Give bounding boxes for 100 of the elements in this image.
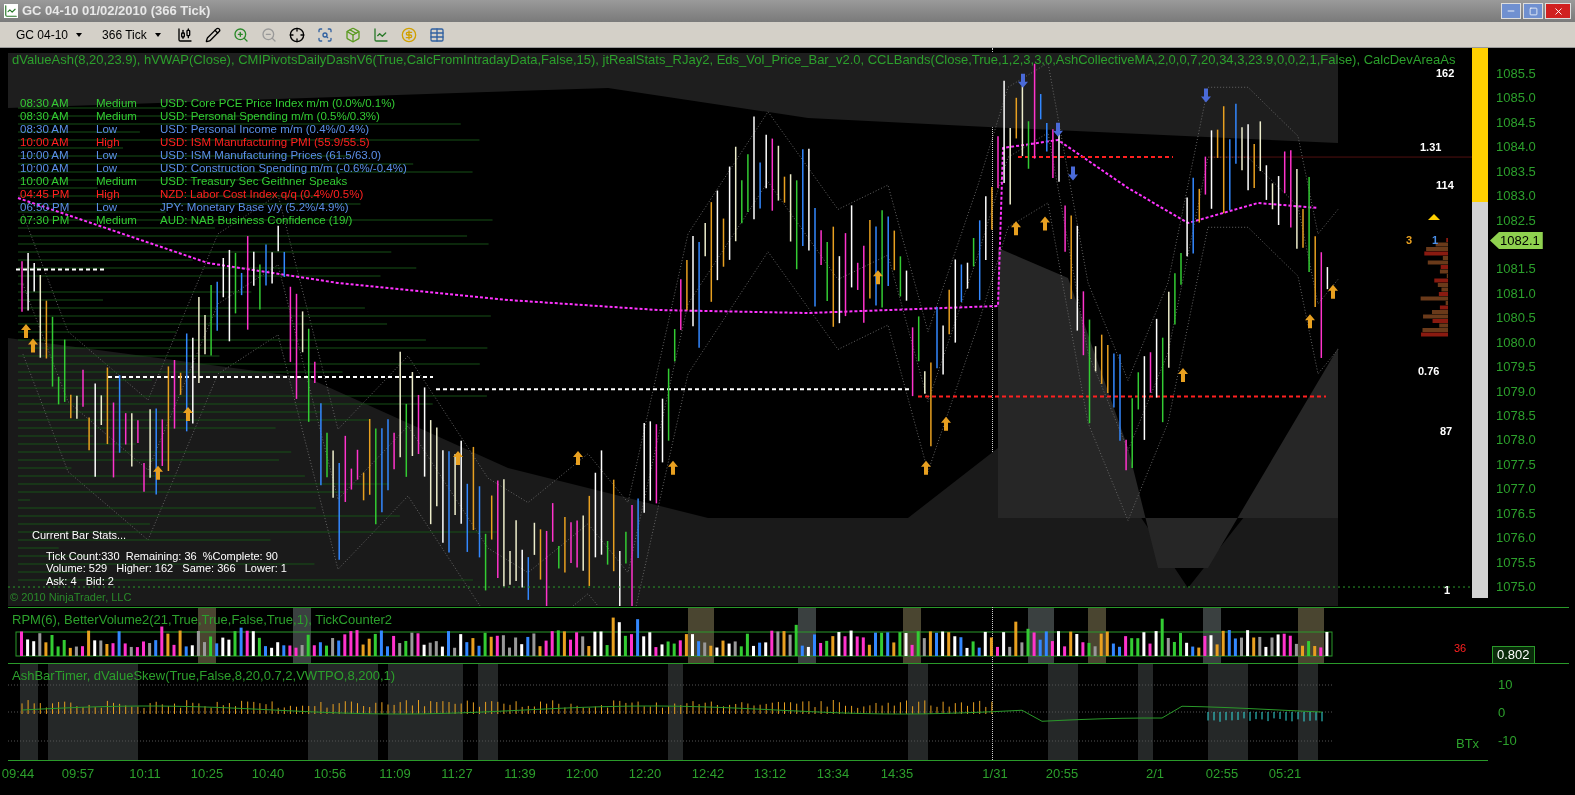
- zoom-in-icon[interactable]: [232, 26, 249, 43]
- tick-counter: 36: [1454, 641, 1467, 656]
- news-impact: Medium: [96, 175, 138, 188]
- news-event: USD: Construction Spending m/m (-0.6%/-0.4%): [160, 162, 407, 175]
- stats-line: Ask: 4 Bid: 2: [45, 574, 115, 587]
- minimize-button[interactable]: [1501, 3, 1521, 19]
- price-label: 1076.0: [1496, 531, 1536, 546]
- price-label: 1080.0: [1496, 335, 1536, 350]
- price-label: 1084.0: [1496, 140, 1536, 155]
- price-label: 1085.5: [1496, 67, 1536, 81]
- news-impact: Medium: [96, 97, 138, 110]
- news-event: JPY: Monetary Base y/y (5.2%/4.9%): [160, 201, 350, 214]
- news-time: 06:50 PM: [20, 201, 71, 214]
- price-label: 1075.0: [1496, 580, 1536, 594]
- time-label: 12:20: [628, 765, 662, 783]
- panel-indicators: RPM(6), BetterVolume2(21,True,True,False,True,1), TickCounter2: [12, 611, 393, 629]
- price-label: 1084.5: [1496, 115, 1536, 130]
- crosshair-icon[interactable]: [288, 26, 305, 43]
- price-label: 1078.0: [1496, 433, 1536, 448]
- up-arrow-icon: [183, 407, 193, 421]
- price-label: 1081.0: [1496, 286, 1536, 301]
- zoom-out-icon[interactable]: [260, 26, 277, 43]
- price-label: 1083.5: [1496, 164, 1536, 179]
- axis-label: 0: [1498, 706, 1506, 720]
- price-label: 1081.5: [1496, 262, 1536, 277]
- time-label: 20:55: [1045, 765, 1079, 783]
- price-label: 1078.5: [1496, 409, 1536, 423]
- price-label: 1080.5: [1496, 311, 1536, 326]
- news-time: 07:30 PM: [20, 214, 71, 227]
- time-label: 10:56: [313, 765, 347, 783]
- news-impact: High: [96, 188, 121, 201]
- news-impact: Low: [96, 149, 119, 162]
- time-label: 09:57: [61, 765, 95, 783]
- news-event: NZD: Labor Cost Index q/q (0.4%/0.5%): [160, 188, 365, 201]
- time-label: 2/1: [1145, 765, 1165, 783]
- time-label: 09:44: [1, 765, 35, 783]
- pencil-icon[interactable]: [204, 26, 221, 43]
- time-label: 10:11: [129, 765, 161, 783]
- up-arrow-icon: [1178, 367, 1188, 382]
- price-label: 1076.5: [1496, 506, 1536, 521]
- time-label: 11:27: [441, 765, 473, 783]
- chart-label: 1.31: [1420, 140, 1442, 155]
- maximize-button[interactable]: [1523, 3, 1543, 19]
- up-arrow-icon: [668, 460, 678, 475]
- price-label: 1085.0: [1496, 91, 1536, 106]
- timer-label: BTx: [1456, 735, 1480, 753]
- news-event: USD: ISM Manufacturing Prices (61.5/63.0): [160, 149, 383, 162]
- chart-icon[interactable]: [372, 26, 389, 43]
- caret-icon: [154, 32, 161, 37]
- news-event: AUD: NAB Business Confidence (19/): [160, 214, 354, 227]
- up-arrow-icon: [873, 270, 883, 285]
- price-label: 1079.5: [1496, 360, 1536, 375]
- price-label: 1079.0: [1496, 384, 1536, 399]
- price-label: 1083.0: [1496, 189, 1536, 204]
- app-icon: [4, 4, 18, 18]
- time-label: 11:39: [504, 765, 536, 783]
- chart-label: 1: [1444, 583, 1451, 598]
- magnifier-icon[interactable]: [316, 26, 333, 43]
- up-arrow-icon: [153, 465, 163, 480]
- axis-label: -10: [1498, 734, 1517, 748]
- up-arrow-icon: [1040, 216, 1050, 231]
- package-icon[interactable]: [344, 26, 361, 43]
- panel-indicators: AshBarTimer, dValueSkew(True,False,8,20,0.7,2,VWTPO,8,200,1): [12, 667, 396, 685]
- news-impact: Medium: [96, 110, 138, 123]
- time-label: 13:34: [816, 765, 850, 783]
- news-time: 10:00 AM: [20, 175, 70, 188]
- news-impact: Low: [96, 123, 119, 136]
- up-arrow-icon: [21, 323, 31, 338]
- news-impact: Medium: [96, 214, 138, 227]
- up-arrow-icon: [28, 338, 38, 353]
- news-impact: High: [96, 136, 121, 149]
- news-event: USD: Treasury Sec Geithner Speaks: [160, 175, 349, 188]
- instrument-dropdown[interactable]: GC 04-10: [12, 25, 87, 44]
- time-label: 10:40: [251, 765, 285, 783]
- down-arrow-icon: [1201, 88, 1211, 103]
- time-label: 10:25: [190, 765, 224, 783]
- news-time: 10:00 AM: [20, 162, 70, 175]
- period-dropdown[interactable]: 366 Tick: [98, 25, 165, 44]
- copyright-text: © 2010 NinjaTrader, LLC: [10, 591, 132, 604]
- triangle-icon: [1428, 214, 1440, 220]
- news-time: 08:30 AM: [20, 123, 70, 136]
- down-arrow-icon: [1068, 166, 1078, 181]
- news-time: 10:00 AM: [20, 149, 70, 162]
- news-event: USD: Personal Spending m/m (0.5%/0.3%): [160, 110, 381, 123]
- bar-style-icon[interactable]: [176, 26, 193, 43]
- close-button[interactable]: [1545, 3, 1571, 19]
- table-icon[interactable]: [428, 26, 445, 43]
- up-arrow-icon: [573, 451, 583, 465]
- time-label: 12:00: [565, 765, 599, 783]
- up-arrow-icon: [1305, 314, 1315, 329]
- time-label: 11:09: [379, 765, 411, 783]
- up-arrow-icon: [941, 416, 951, 431]
- price-label: 1077.0: [1496, 482, 1536, 497]
- news-time: 10:00 AM: [20, 136, 70, 149]
- chart-label: 1: [1432, 233, 1439, 248]
- news-event: USD: Core PCE Price Index m/m (0.0%/0.1%): [160, 97, 397, 110]
- axis-label: 10: [1498, 678, 1513, 692]
- time-label: 12:42: [691, 765, 725, 783]
- news-time: 04:45 PM: [20, 188, 71, 201]
- time-label: 14:35: [880, 765, 914, 783]
